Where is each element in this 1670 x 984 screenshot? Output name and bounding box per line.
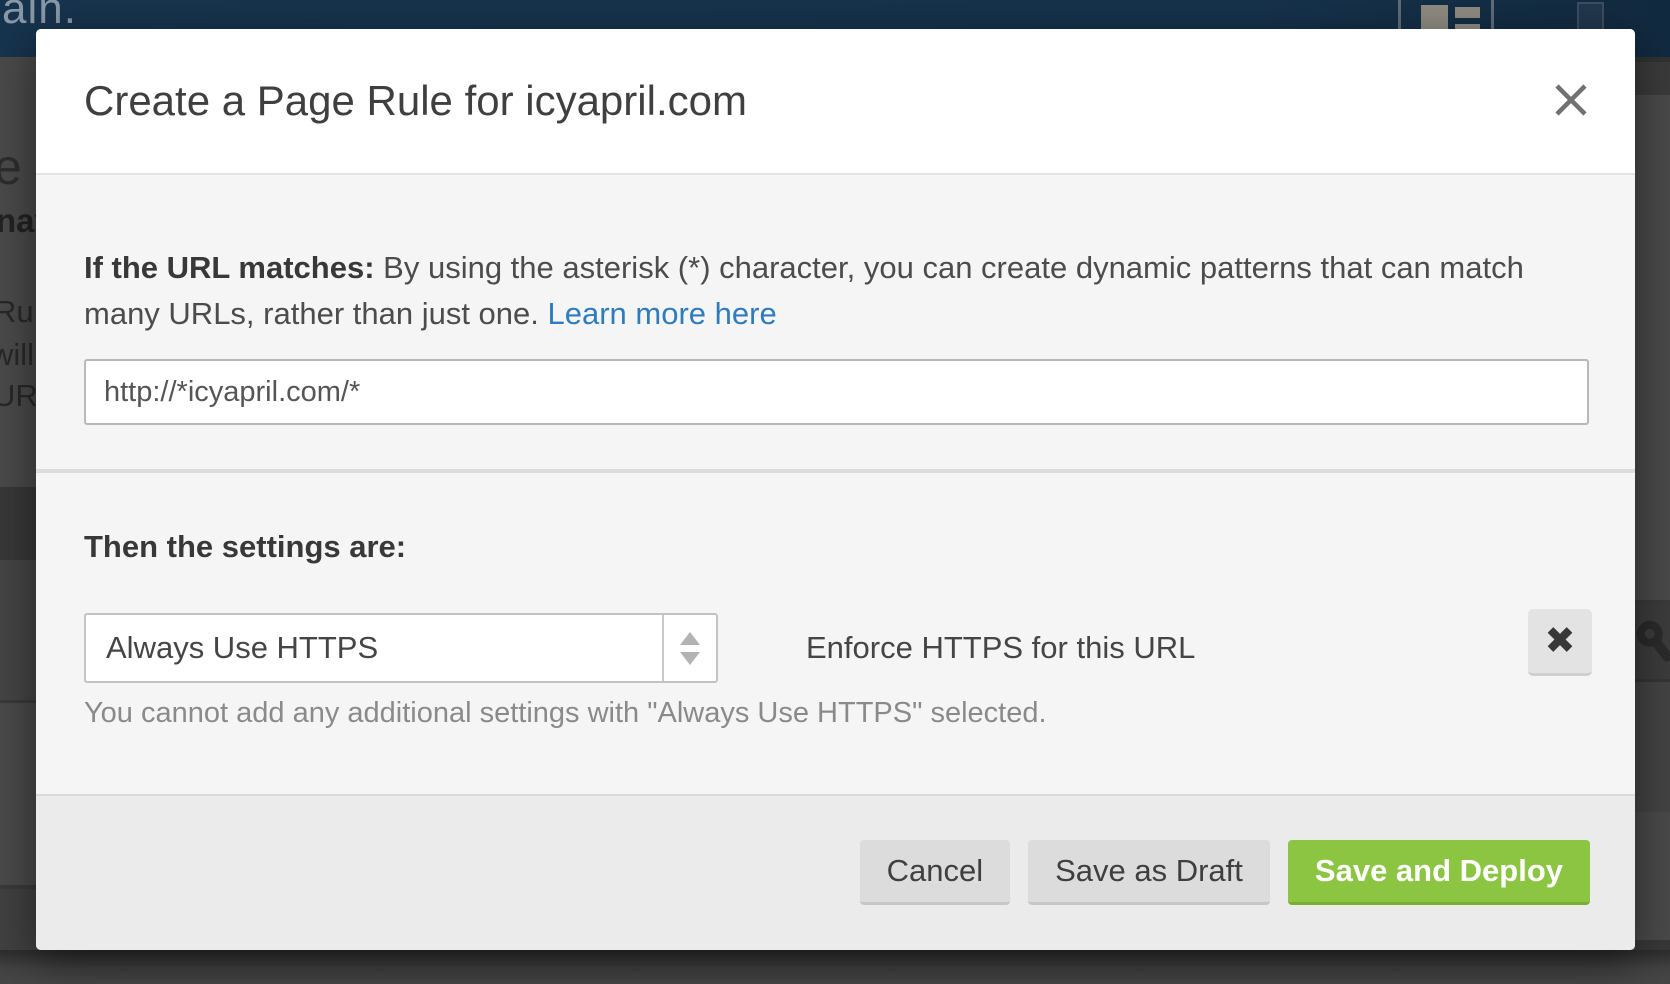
dialog-footer: Cancel Save as Draft Save and Deploy — [36, 794, 1635, 950]
learn-more-link[interactable]: Learn more here — [548, 296, 777, 331]
background-band — [0, 487, 36, 560]
section-divider — [36, 469, 1635, 473]
background-band — [1635, 682, 1670, 812]
create-page-rule-dialog: Create a Page Rule for icyapril.com If t… — [36, 29, 1635, 950]
cancel-button[interactable]: Cancel — [860, 840, 1011, 905]
url-match-label: If the URL matches: — [84, 250, 375, 285]
chevron-up-icon — [680, 632, 700, 645]
close-icon[interactable] — [1552, 81, 1590, 119]
background-text-fragment: UR — [0, 378, 38, 414]
save-as-draft-button[interactable]: Save as Draft — [1028, 840, 1270, 905]
setting-restriction-note: You cannot add any additional settings w… — [84, 697, 1047, 730]
url-pattern-input[interactable] — [84, 359, 1589, 425]
save-and-deploy-button[interactable]: Save and Deploy — [1288, 840, 1590, 905]
settings-heading: Then the settings are: — [84, 529, 406, 565]
background-band — [0, 700, 36, 703]
background-band — [0, 560, 36, 700]
background-band — [1635, 62, 1670, 95]
setting-select-value: Always Use HTTPS — [106, 615, 378, 681]
setting-select[interactable]: Always Use HTTPS — [84, 613, 718, 683]
dialog-title: Create a Page Rule for icyapril.com — [84, 29, 747, 173]
setting-description: Enforce HTTPS for this URL — [806, 613, 1195, 683]
select-spinner-icon — [662, 615, 716, 681]
chevron-down-icon — [680, 652, 700, 665]
backdrop-shadow — [0, 950, 1670, 984]
url-match-description: If the URL matches: By using the asteris… — [84, 245, 1559, 337]
grid-icon-bar — [1455, 7, 1480, 18]
background-text-fragment: e — [0, 138, 22, 196]
background-text-fragment: will — [0, 337, 34, 373]
remove-x-icon: ✖ — [1544, 620, 1575, 661]
dialog-header: Create a Page Rule for icyapril.com — [36, 29, 1635, 175]
screen: ain. e nav Ru will UR Create a Page Rule… — [0, 0, 1670, 984]
remove-setting-button[interactable]: ✖ — [1528, 609, 1592, 676]
background-text-fragment: Ru — [0, 294, 34, 330]
footer-buttons: Cancel Save as Draft Save and Deploy — [860, 840, 1590, 905]
